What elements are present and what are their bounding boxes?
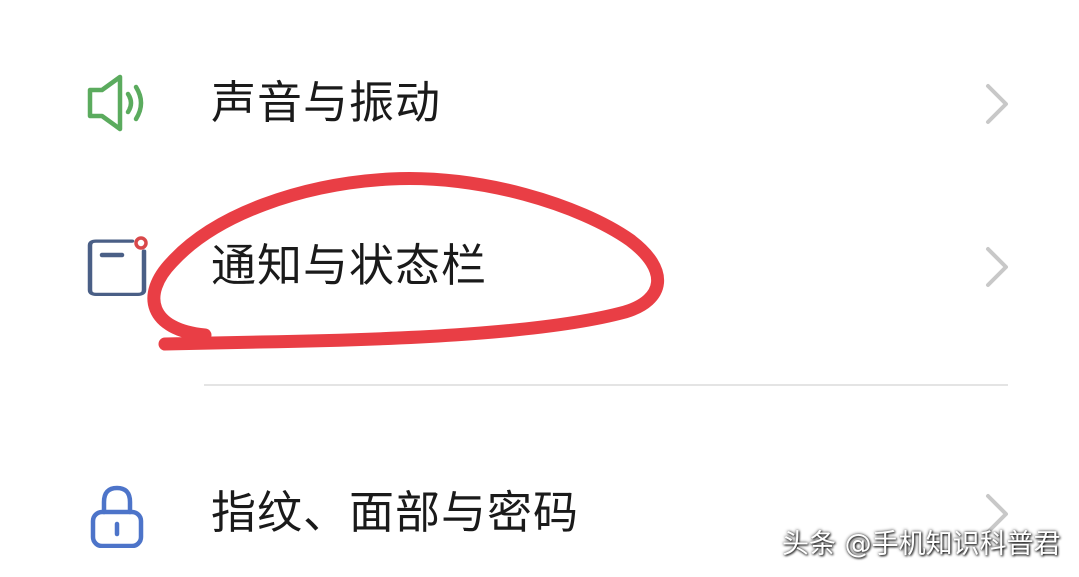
- settings-screen: 声音与振动 通知与状态栏 指纹、面部与密码 头条 @手机知识科普君: [0, 0, 1079, 577]
- settings-item-notifications-status-bar[interactable]: 通知与状态栏: [0, 205, 1079, 325]
- divider: [204, 384, 1008, 386]
- settings-item-label: 声音与振动: [211, 76, 442, 129]
- speaker-icon: [82, 68, 152, 138]
- settings-item-sound-vibration[interactable]: 声音与振动: [0, 42, 1079, 162]
- settings-item-label: 通知与状态栏: [211, 239, 488, 292]
- chevron-right-icon: [980, 82, 1014, 126]
- chevron-right-icon: [980, 245, 1014, 289]
- settings-item-label: 指纹、面部与密码: [211, 486, 580, 539]
- watermark: 头条 @手机知识科普君: [782, 529, 1061, 560]
- notification-icon: [82, 231, 152, 301]
- lock-icon: [82, 478, 152, 549]
